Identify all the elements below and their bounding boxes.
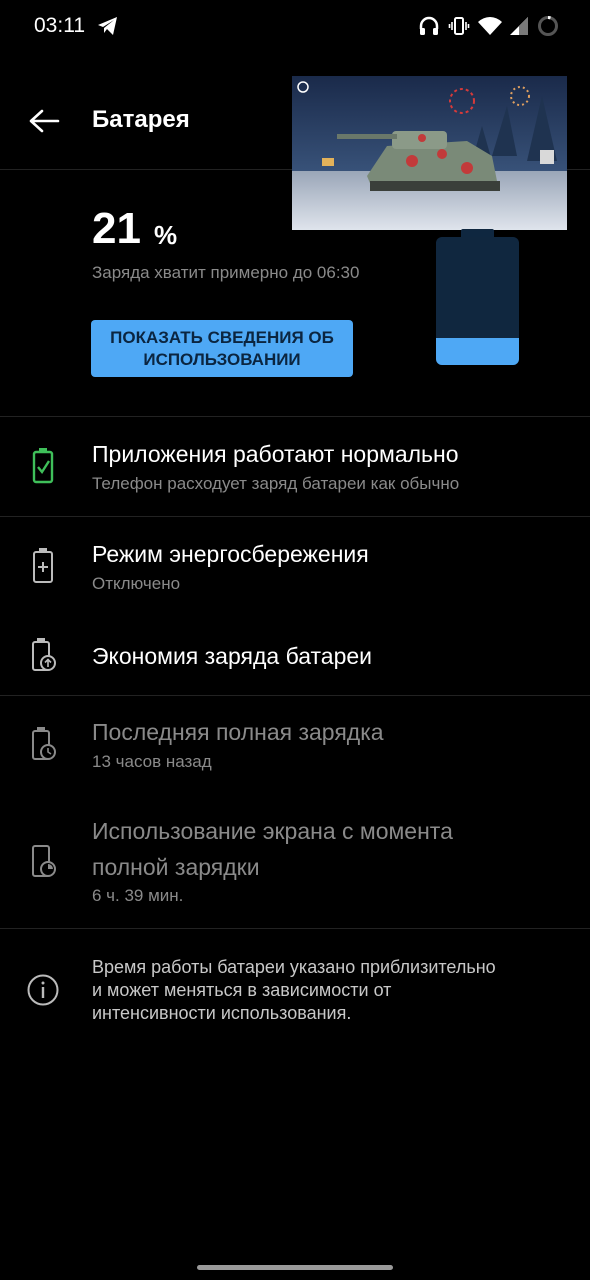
wifi-icon (478, 16, 502, 36)
telegram-icon (96, 14, 120, 38)
list-item-title-line2: полной зарядки (92, 854, 260, 880)
info-text-line: Время работы батареи указано приблизител… (92, 957, 496, 977)
battery-info-text: Время работы батареи указано приблизител… (92, 956, 562, 1025)
vibrate-icon (448, 15, 470, 37)
status-icons (418, 12, 560, 40)
page-title: Батарея (92, 106, 190, 133)
signal-icon (510, 17, 528, 35)
list-item-subtitle: 13 часов назад (92, 752, 212, 771)
info-text-line: интенсивности использования. (92, 1003, 352, 1023)
arrow-left-icon (29, 109, 60, 133)
list-item-title: Режим энергосбережения (92, 541, 369, 567)
back-button[interactable] (26, 104, 62, 138)
battery-check-icon (28, 446, 58, 486)
headphones-icon (418, 15, 440, 37)
battery-percent: 21 (92, 204, 141, 253)
list-item-screen-usage (0, 796, 590, 928)
list-item-title: Экономия заряда батареи (92, 643, 372, 669)
list-item-subtitle: 6 ч. 39 мин. (92, 886, 184, 905)
battery-schedule-icon (28, 636, 58, 676)
info-text-line: и может меняться в зависимости от (92, 980, 392, 1000)
battery-plus-icon (28, 546, 58, 586)
info-icon (26, 973, 60, 1007)
list-item-subtitle: Отключено (92, 574, 181, 593)
list-item-title: Приложения работают нормально (92, 441, 459, 467)
battery-level-fill (436, 338, 519, 365)
list-item-subtitle: Телефон расходует заряд батареи как обыч… (92, 474, 460, 493)
phone-usage-icon (28, 842, 58, 882)
status-time: 03:11 (34, 14, 85, 37)
list-item-title: Последняя полная зарядка (92, 719, 384, 745)
pip-video-window[interactable] (292, 76, 567, 230)
battery-graphic (436, 237, 519, 365)
battery-clock-icon (28, 725, 58, 765)
percent-sign: % (154, 220, 178, 250)
list-item-title-line1: Использование экрана с момента (92, 818, 453, 844)
show-usage-button[interactable]: ПОКАЗАТЬ СВЕДЕНИЯ ОБ ИСПОЛЬЗОВАНИИ (91, 320, 353, 377)
battery-ring-icon (536, 14, 560, 38)
battery-estimate: Заряда хватит примерно до 06:30 (92, 263, 360, 282)
home-gesture-bar[interactable] (197, 1265, 393, 1270)
list-divider (0, 928, 590, 929)
list-item-last-charge (0, 696, 590, 796)
